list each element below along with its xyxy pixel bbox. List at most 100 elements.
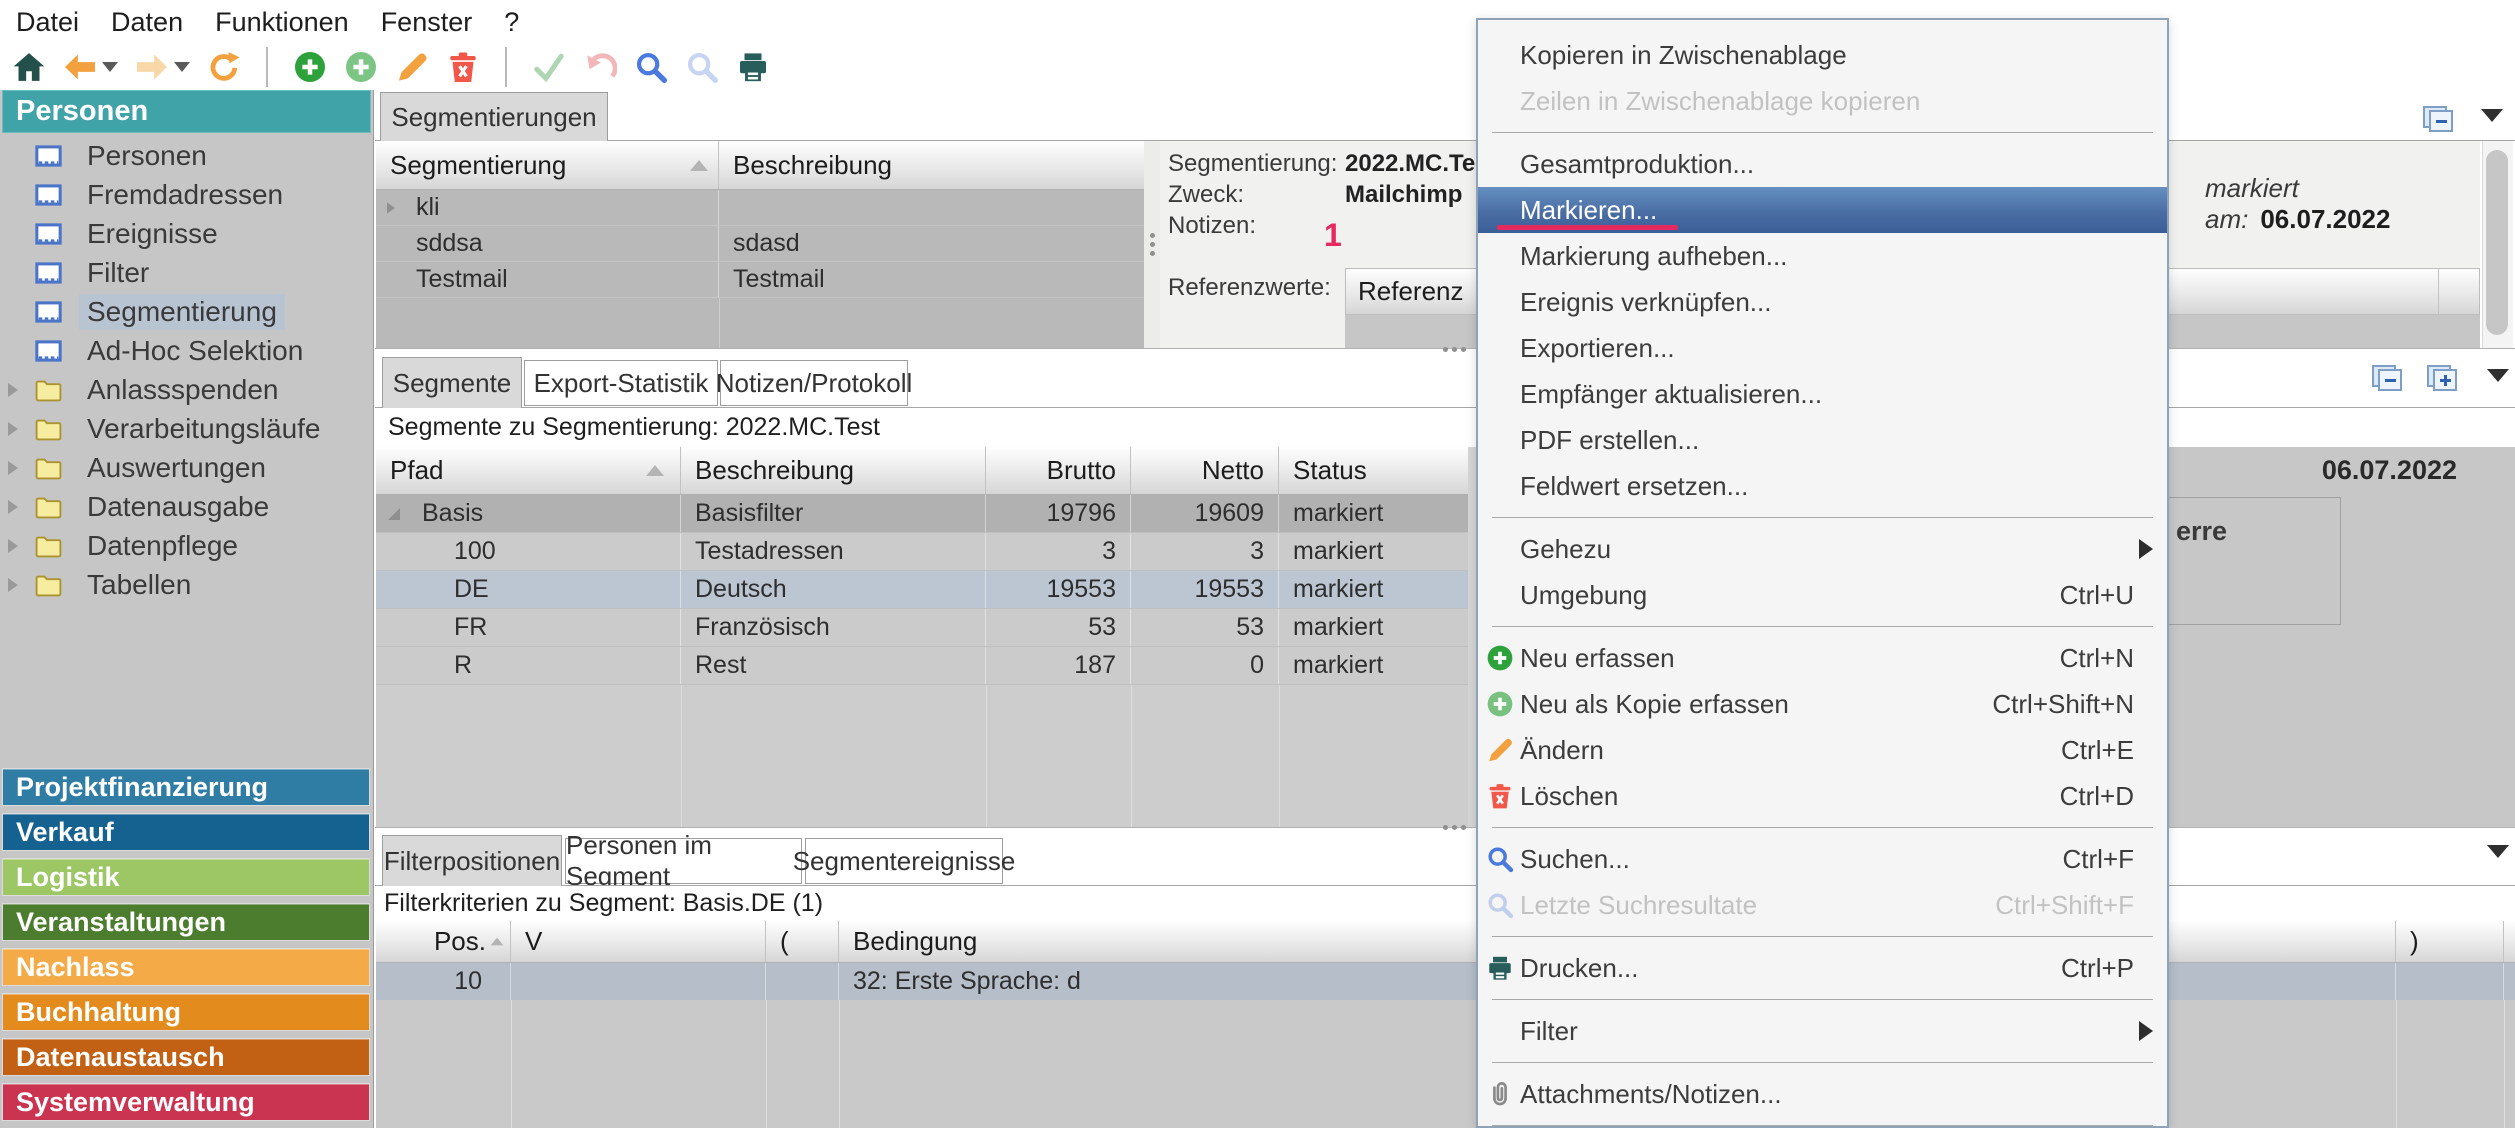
scrollbar-thumb[interactable] <box>2486 150 2508 335</box>
module-nachlass[interactable]: Nachlass <box>2 948 370 986</box>
menu-item-neu-als-kopie-erfassen[interactable]: Neu als Kopie erfassenCtrl+Shift+N <box>1478 681 2167 727</box>
restore-window-icon[interactable] <box>2372 365 2402 396</box>
sidebar-item-auswertungen[interactable]: Auswertungen <box>0 448 373 487</box>
menu-item-markieren[interactable]: Markieren... <box>1478 187 2167 233</box>
horizontal-splitter-grip[interactable] <box>1443 347 1466 352</box>
table-row[interactable]: 100 Testadressen 3 3 markiert <box>376 533 1468 571</box>
menu-datei[interactable]: Datei <box>16 7 79 38</box>
column-header-segmentierung[interactable]: Segmentierung <box>376 141 719 189</box>
menu-item-markierung-aufheben[interactable]: Markierung aufheben... <box>1478 233 2167 279</box>
new-as-copy-button[interactable] <box>344 50 378 84</box>
print-button[interactable] <box>736 50 770 84</box>
vertical-scrollbar[interactable] <box>2482 141 2513 348</box>
new-button[interactable] <box>293 50 327 84</box>
back-button[interactable] <box>63 50 118 84</box>
vertical-splitter[interactable] <box>1144 141 1160 348</box>
home-button[interactable] <box>12 50 46 84</box>
tab-export-statistik[interactable]: Export-Statistik <box>524 360 718 406</box>
column-header-close-paren[interactable]: ) <box>2396 921 2504 962</box>
module-veranstaltungen[interactable]: Veranstaltungen <box>2 903 370 941</box>
delete-button[interactable] <box>446 50 480 84</box>
menu-item-kopieren-in-zwischenablage[interactable]: Kopieren in Zwischenablage <box>1478 32 2167 78</box>
sidebar-item-segmentierung[interactable]: Segmentierung <box>0 292 373 331</box>
menu-item-umgebung[interactable]: UmgebungCtrl+U <box>1478 572 2167 618</box>
module-projektfinanzierung[interactable]: Projektfinanzierung <box>2 768 370 806</box>
forward-button[interactable] <box>135 50 190 84</box>
column-header-brutto[interactable]: Brutto <box>986 447 1131 494</box>
menu-item-empfaenger-aktualisieren[interactable]: Empfänger aktualisieren... <box>1478 371 2167 417</box>
menu-daten[interactable]: Daten <box>111 7 183 38</box>
table-row-selected[interactable]: 10 32: Erste Sprache: d <box>376 963 2515 1000</box>
maximize-window-icon[interactable] <box>2427 365 2457 396</box>
table-row-selected[interactable]: DE Deutsch 19553 19553 markiert <box>376 571 1468 609</box>
table-row[interactable]: R Rest 187 0 markiert <box>376 647 1468 685</box>
expand-icon[interactable] <box>8 422 18 436</box>
menu-item-drucken[interactable]: Drucken...Ctrl+P <box>1478 945 2167 991</box>
column-header-v[interactable]: V <box>511 921 766 962</box>
column-header-netto[interactable]: Netto <box>1131 447 1279 494</box>
table-row[interactable]: sddsa sdasd <box>376 226 1144 262</box>
collapse-icon[interactable] <box>388 508 400 520</box>
sidebar-item-fremdadressen[interactable]: Fremdadressen <box>0 175 373 214</box>
expand-icon[interactable] <box>8 461 18 475</box>
tab-personen-im-segment[interactable]: Personen im Segment <box>565 838 802 884</box>
table-row[interactable]: Basis Basisfilter 19796 19609 markiert <box>376 495 1468 533</box>
module-logistik[interactable]: Logistik <box>2 858 370 896</box>
expand-icon[interactable] <box>8 539 18 553</box>
search-button[interactable] <box>634 50 668 84</box>
module-buchhaltung[interactable]: Buchhaltung <box>2 993 370 1031</box>
menu-funktionen[interactable]: Funktionen <box>215 7 349 38</box>
tab-notizen-protokoll[interactable]: Notizen/Protokoll <box>720 360 908 406</box>
column-header-beschreibung[interactable]: Beschreibung <box>719 141 1144 189</box>
menu-item-aendern[interactable]: ÄndernCtrl+E <box>1478 727 2167 773</box>
menu-item-suchen[interactable]: Suchen...Ctrl+F <box>1478 836 2167 882</box>
restore-window-icon[interactable] <box>2423 106 2453 137</box>
expand-icon[interactable] <box>8 578 18 592</box>
menu-item-exportieren[interactable]: Exportieren... <box>1478 325 2167 371</box>
confirm-button[interactable] <box>532 50 566 84</box>
table-row[interactable]: FR Französisch 53 53 markiert <box>376 609 1468 647</box>
menu-fenster[interactable]: Fenster <box>381 7 473 38</box>
table-row[interactable]: kli <box>376 190 1144 226</box>
sidebar-item-ereignisse[interactable]: Ereignisse <box>0 214 373 253</box>
sidebar-item-datenausgabe[interactable]: Datenausgabe <box>0 487 373 526</box>
sidebar-item-tabellen[interactable]: Tabellen <box>0 565 373 604</box>
menu-item-neu-erfassen[interactable]: Neu erfassenCtrl+N <box>1478 635 2167 681</box>
column-header-beschreibung[interactable]: Beschreibung <box>681 447 986 494</box>
panel-menu-dropdown-icon[interactable] <box>2487 369 2509 382</box>
sidebar-item-personen[interactable]: Personen <box>0 136 373 175</box>
sidebar-item-verarbeitungslaeufe[interactable]: Verarbeitungsläufe <box>0 409 373 448</box>
module-datenaustausch[interactable]: Datenaustausch <box>2 1038 370 1076</box>
table-row[interactable]: Testmail Testmail <box>376 262 1144 298</box>
menu-help[interactable]: ? <box>504 7 519 38</box>
column-header-status[interactable]: Status <box>1279 447 1468 494</box>
expand-icon[interactable] <box>8 383 18 397</box>
tab-segmentereignisse[interactable]: Segmentereignisse <box>805 838 1003 884</box>
panel-menu-dropdown-icon[interactable] <box>2487 845 2509 858</box>
back-dropdown-icon[interactable] <box>102 62 118 72</box>
menu-item-pdf-erstellen[interactable]: PDF erstellen... <box>1478 417 2167 463</box>
edit-button[interactable] <box>395 50 429 84</box>
column-header-pos[interactable]: Pos. <box>376 921 511 962</box>
menu-item-attachments-notizen[interactable]: Attachments/Notizen... <box>1478 1071 2167 1117</box>
sidebar-item-ad-hoc-selektion[interactable]: Ad-Hoc Selektion <box>0 331 373 370</box>
sidebar-item-filter[interactable]: Filter <box>0 253 373 292</box>
menu-item-gehezu[interactable]: Gehezu <box>1478 526 2167 572</box>
tab-filterpositionen[interactable]: Filterpositionen <box>382 835 562 886</box>
column-header-open-paren[interactable]: ( <box>766 921 839 962</box>
menu-item-ereignis-verknuepfen[interactable]: Ereignis verknüpfen... <box>1478 279 2167 325</box>
menu-item-loeschen[interactable]: LöschenCtrl+D <box>1478 773 2167 819</box>
menu-item-filter[interactable]: Filter <box>1478 1008 2167 1054</box>
menu-item-feldwert-ersetzen[interactable]: Feldwert ersetzen... <box>1478 463 2167 509</box>
sidebar-item-anlassspenden[interactable]: Anlassspenden <box>0 370 373 409</box>
column-header-pfad[interactable]: Pfad <box>376 447 681 494</box>
menu-item-gesamtproduktion[interactable]: Gesamtproduktion... <box>1478 141 2167 187</box>
tab-segmentierungen[interactable]: Segmentierungen <box>380 92 608 141</box>
undo-button[interactable] <box>583 50 617 84</box>
forward-dropdown-icon[interactable] <box>174 62 190 72</box>
expand-icon[interactable] <box>8 500 18 514</box>
module-verkauf[interactable]: Verkauf <box>2 813 370 851</box>
refresh-button[interactable] <box>207 50 241 84</box>
sidebar-item-datenpflege[interactable]: Datenpflege <box>0 526 373 565</box>
tab-segmente[interactable]: Segmente <box>382 357 522 408</box>
